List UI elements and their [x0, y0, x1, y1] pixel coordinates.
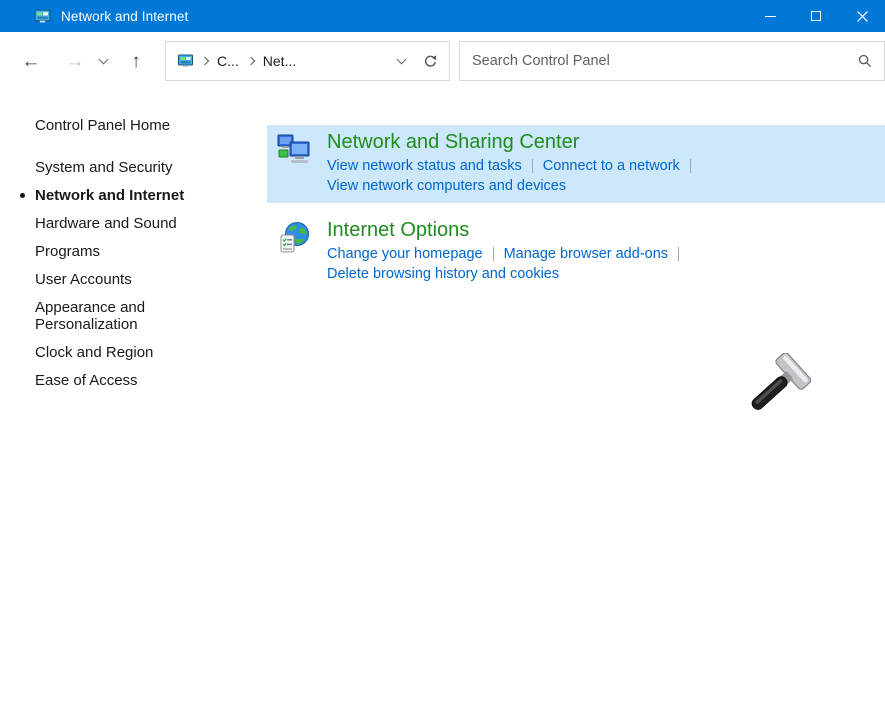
manage-addons-link[interactable]: Manage browser add-ons	[504, 244, 668, 264]
section-internet-options: Internet Options Change your homepage Ma…	[267, 213, 885, 291]
titlebar: Network and Internet	[0, 0, 885, 32]
section-text: Network and Sharing Center View network …	[327, 130, 701, 196]
section-text: Internet Options Change your homepage Ma…	[327, 218, 689, 284]
view-network-computers-link[interactable]: View network computers and devices	[327, 176, 566, 196]
control-panel-window: Network and Internet ← → ↑	[0, 0, 885, 90]
sidebar-item-control-panel-home[interactable]: Control Panel Home	[35, 117, 255, 134]
search-icon[interactable]	[858, 54, 872, 68]
sidebar-item-programs[interactable]: Programs	[35, 243, 211, 260]
sidebar-item-appearance-and-personalization[interactable]: Appearance and Personalization	[35, 299, 211, 333]
change-homepage-link[interactable]: Change your homepage	[327, 244, 483, 264]
sidebar-item-clock-and-region[interactable]: Clock and Region	[35, 344, 211, 361]
internet-options-icon	[277, 221, 311, 255]
link-divider	[678, 247, 679, 261]
sidebar-item-ease-of-access[interactable]: Ease of Access	[35, 372, 211, 389]
task-link-row: View network status and tasks Connect to…	[327, 156, 701, 176]
address-bar[interactable]: C... Net...	[165, 41, 450, 81]
link-divider	[493, 247, 494, 261]
breadcrumb-item-network[interactable]: Net...	[263, 53, 296, 69]
link-divider	[690, 159, 691, 173]
address-dropdown-chevron-icon[interactable]	[397, 55, 407, 65]
sidebar-item-network-and-internet[interactable]: Network and Internet	[35, 187, 211, 204]
task-link-row: Change your homepage Manage browser add-…	[327, 244, 689, 264]
back-button[interactable]: ←	[16, 52, 46, 71]
up-button[interactable]: ↑	[121, 52, 151, 71]
forward-button[interactable]: →	[60, 52, 90, 71]
recent-pages-chevron-icon[interactable]	[99, 54, 109, 64]
minimize-icon	[765, 16, 776, 17]
internet-options-link[interactable]: Internet Options	[327, 218, 689, 242]
sidebar: Control Panel Home System and Security N…	[0, 90, 255, 400]
breadcrumb-separator-icon	[201, 57, 209, 65]
hammer-cursor	[740, 353, 818, 427]
view-network-status-link[interactable]: View network status and tasks	[327, 156, 522, 176]
search-box[interactable]	[459, 41, 885, 81]
sidebar-item-label: Network and Internet	[35, 187, 184, 204]
link-divider	[532, 159, 533, 173]
search-input[interactable]	[472, 53, 850, 69]
app-icon	[34, 8, 51, 25]
network-sharing-center-icon	[277, 133, 311, 167]
network-sharing-center-link[interactable]: Network and Sharing Center	[327, 130, 701, 154]
breadcrumb-separator-icon	[247, 57, 255, 65]
maximize-icon	[811, 11, 821, 21]
refresh-button[interactable]	[423, 54, 438, 69]
navigation-toolbar: ← → ↑ C... Net...	[0, 32, 885, 90]
breadcrumb-item-control-panel[interactable]: C...	[217, 53, 239, 69]
sidebar-item-system-and-security[interactable]: System and Security	[35, 159, 211, 176]
sidebar-item-hardware-and-sound[interactable]: Hardware and Sound	[35, 215, 211, 232]
maximize-button[interactable]	[793, 0, 839, 32]
window-title: Network and Internet	[61, 9, 188, 24]
connect-to-network-link[interactable]: Connect to a network	[543, 156, 680, 176]
close-icon	[857, 11, 868, 22]
main-content: Network and Sharing Center View network …	[267, 125, 885, 291]
control-panel-icon	[177, 53, 195, 69]
active-bullet-icon	[20, 193, 25, 198]
task-link-row: View network computers and devices	[327, 176, 701, 196]
task-link-row: Delete browsing history and cookies	[327, 264, 689, 284]
refresh-icon	[423, 54, 438, 69]
sidebar-item-user-accounts[interactable]: User Accounts	[35, 271, 211, 288]
close-button[interactable]	[839, 0, 885, 32]
minimize-button[interactable]	[747, 0, 793, 32]
delete-browsing-history-link[interactable]: Delete browsing history and cookies	[327, 264, 559, 284]
window-controls	[747, 0, 885, 32]
section-network-and-sharing-center: Network and Sharing Center View network …	[267, 125, 885, 203]
